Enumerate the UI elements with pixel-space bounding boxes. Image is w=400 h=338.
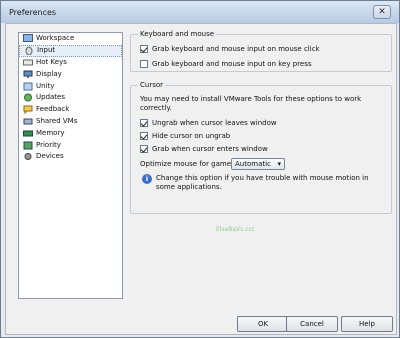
grab-on-click-label: Grab keyboard and mouse input on mouse c… [152, 45, 320, 53]
sidebar-item-label: Unity [36, 81, 55, 90]
grab-on-key-option[interactable]: Grab keyboard and mouse input on key pre… [140, 59, 312, 69]
sidebar-item-label: Shared VMs [36, 116, 78, 125]
sidebar-item-label: Updates [36, 93, 65, 102]
workspace-icon [23, 34, 33, 43]
sidebar-item-priority[interactable]: Priority [19, 139, 122, 151]
grab-on-key-label: Grab keyboard and mouse input on key pre… [152, 60, 312, 68]
sidebar-item-devices[interactable]: Devices [19, 151, 122, 163]
sidebar-item-hot-keys[interactable]: Hot Keys [19, 57, 122, 69]
hotkeys-icon [23, 58, 33, 67]
cursor-note: You may need to install VMware Tools for… [140, 95, 362, 112]
sidebar-item-shared-vms[interactable]: Shared VMs [19, 116, 122, 128]
window-title: Preferences [9, 8, 57, 17]
optimize-info-text: Change this option if you have trouble w… [156, 174, 369, 191]
grab-on-key-checkbox[interactable] [140, 60, 148, 68]
sidebar-item-unity[interactable]: Unity [19, 80, 122, 92]
sidebar-item-label: Devices [36, 152, 64, 161]
hide-ungrab-label: Hide cursor on ungrab [152, 132, 231, 140]
cancel-button[interactable]: Cancel [286, 316, 338, 332]
input-icon [24, 46, 34, 56]
keyboard-mouse-title: Keyboard and mouse [138, 30, 217, 39]
sidebar-item-label: Display [36, 69, 62, 78]
category-list[interactable]: Workspace Input Hot Keys Display Unity Update… [18, 32, 123, 299]
sidebar-item-label: Hot Keys [36, 57, 67, 66]
sidebar-item-input[interactable]: Input [19, 44, 122, 57]
grab-enter-option[interactable]: Grab when cursor enters window [140, 144, 268, 154]
grab-on-click-checkbox[interactable] [140, 45, 148, 53]
info-icon: i [142, 174, 152, 184]
ungrab-leave-checkbox[interactable] [140, 119, 148, 127]
dialog-body: Workspace Input Hot Keys Display Unity Update… [5, 23, 397, 335]
display-icon [23, 70, 33, 79]
unity-icon [23, 82, 33, 91]
grab-enter-checkbox[interactable] [140, 145, 148, 153]
priority-icon [23, 141, 33, 150]
help-button[interactable]: Help [341, 316, 393, 332]
cursor-title: Cursor [138, 81, 166, 90]
sidebar-item-feedback[interactable]: Feedback [19, 104, 122, 116]
grab-on-click-option[interactable]: Grab keyboard and mouse input on mouse c… [140, 44, 320, 54]
hide-ungrab-option[interactable]: Hide cursor on ungrab [140, 131, 230, 141]
sidebar-item-display[interactable]: Display [19, 68, 122, 80]
sidebar-item-label: Memory [36, 128, 65, 137]
close-icon: ✕ [378, 7, 386, 17]
keyboard-mouse-group: Keyboard and mouse Grab keyboard and mou… [130, 30, 392, 72]
sidebar-item-label: Input [37, 46, 56, 55]
memory-icon [23, 129, 33, 138]
optimize-mouse-select[interactable]: Automatic ▾ [231, 158, 285, 170]
chevron-down-icon: ▾ [277, 160, 281, 168]
ungrab-leave-option[interactable]: Ungrab when cursor leaves window [140, 118, 277, 128]
sidebar-item-label: Feedback [36, 105, 70, 114]
devices-icon [23, 152, 33, 161]
sidebar-item-label: Workspace [36, 34, 75, 43]
ungrab-leave-label: Ungrab when cursor leaves window [152, 119, 277, 127]
sidebar-item-updates[interactable]: Updates [19, 92, 122, 104]
preferences-window: Preferences ✕ Workspace Input Hot Keys Disp… [0, 0, 400, 338]
sidebar-item-workspace[interactable]: Workspace [19, 33, 122, 45]
grab-enter-label: Grab when cursor enters window [152, 145, 268, 153]
optimize-mouse-value: Automatic [235, 160, 271, 168]
close-button[interactable]: ✕ [373, 5, 391, 19]
sidebar-item-label: Priority [36, 140, 61, 149]
watermark-text: ElsaBaVs.ccc [216, 226, 256, 233]
updates-icon [23, 93, 33, 102]
feedback-icon [23, 105, 33, 115]
optimize-mouse-label: Optimize mouse for games: [140, 160, 238, 168]
ok-button[interactable]: OK [237, 316, 289, 332]
title-bar[interactable]: Preferences ✕ [1, 1, 399, 23]
cursor-group: Cursor You may need to install VMware To… [130, 81, 392, 214]
sidebar-item-memory[interactable]: Memory [19, 127, 122, 139]
hide-ungrab-checkbox[interactable] [140, 132, 148, 140]
shared-vms-icon [23, 117, 33, 126]
